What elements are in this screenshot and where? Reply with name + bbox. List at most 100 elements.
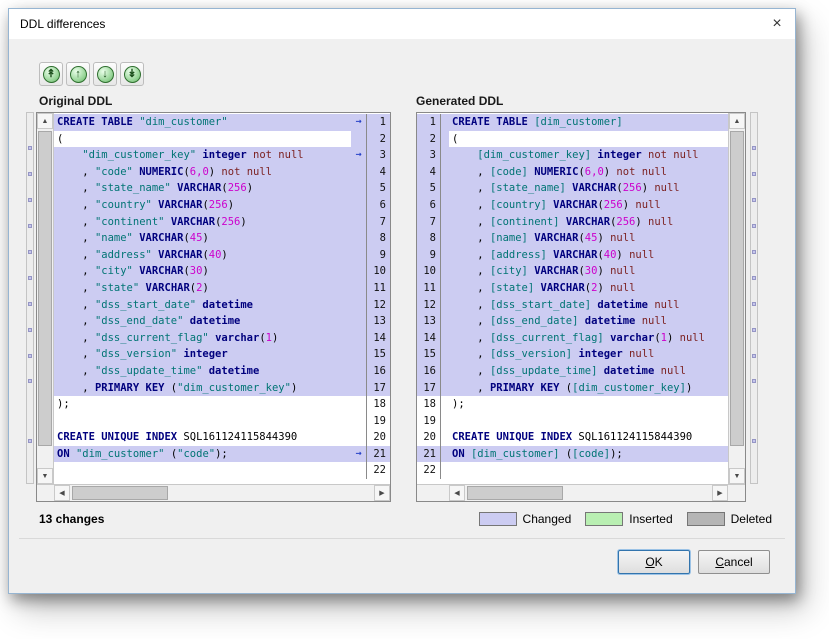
- diff-ruler-mark[interactable]: [28, 439, 32, 443]
- cancel-button[interactable]: Cancel: [698, 550, 770, 574]
- code-line[interactable]: , PRIMARY KEY ("dim_customer_key")17: [54, 380, 390, 397]
- diff-ruler-mark[interactable]: [28, 146, 32, 150]
- code-line[interactable]: , "name" VARCHAR(45)8: [54, 230, 390, 247]
- ok-button[interactable]: OK: [618, 550, 690, 574]
- diff-ruler-mark[interactable]: [752, 250, 756, 254]
- code-line[interactable]: , "address" VARCHAR(40)9: [54, 247, 390, 264]
- titlebar[interactable]: DDL differences ×: [9, 9, 795, 39]
- code-line[interactable]: 11 , [state] VARCHAR(2) null: [417, 280, 728, 297]
- generated-horizontal-scrollbar[interactable]: ◀ ▶: [449, 485, 728, 501]
- code-line[interactable]: , "dss_update_time" datetime16: [54, 363, 390, 380]
- diff-ruler-mark[interactable]: [28, 250, 32, 254]
- code-line[interactable]: 22: [417, 462, 728, 479]
- last-change-button[interactable]: ↡: [120, 62, 144, 86]
- previous-change-button[interactable]: ↑: [66, 62, 90, 86]
- code-line[interactable]: , "city" VARCHAR(30)10: [54, 263, 390, 280]
- code-line[interactable]: , "dss_current_flag" varchar(1)14: [54, 330, 390, 347]
- code-line[interactable]: 17 , PRIMARY KEY ([dim_customer_key]): [417, 380, 728, 397]
- diff-ruler-mark[interactable]: [28, 198, 32, 202]
- code-line[interactable]: CREATE TABLE "dim_customer"→1: [54, 114, 390, 131]
- first-change-button[interactable]: ↟: [39, 62, 63, 86]
- scrollbar-thumb[interactable]: [467, 486, 563, 500]
- diff-ruler-mark[interactable]: [752, 354, 756, 358]
- scrollbar-track[interactable]: [70, 485, 374, 501]
- scrollbar-track[interactable]: [465, 485, 712, 501]
- code-line[interactable]: 10 , [city] VARCHAR(30) null: [417, 263, 728, 280]
- scrollbar-thumb[interactable]: [72, 486, 168, 500]
- code-line[interactable]: 19: [54, 413, 390, 430]
- original-ddl-editor[interactable]: CREATE TABLE "dim_customer"→1(2 "dim_cus…: [54, 113, 390, 484]
- code-line[interactable]: , "dss_start_date" datetime12: [54, 297, 390, 314]
- generated-vertical-scrollbar[interactable]: ▲ ▼: [728, 113, 745, 484]
- original-vertical-scrollbar[interactable]: ▲ ▼: [37, 113, 54, 484]
- diff-ruler-mark[interactable]: [28, 276, 32, 280]
- scroll-up-button[interactable]: ▲: [37, 113, 53, 129]
- marker-gutter: [351, 363, 366, 380]
- diff-ruler-mark[interactable]: [28, 379, 32, 383]
- code-line[interactable]: (2: [54, 131, 390, 148]
- scroll-left-button[interactable]: ◀: [449, 485, 465, 501]
- scrollbar-thumb[interactable]: [38, 131, 52, 446]
- code-line[interactable]: 1CREATE TABLE [dim_customer]: [417, 114, 728, 131]
- code-line[interactable]: 3 [dim_customer_key] integer not null: [417, 147, 728, 164]
- code-line[interactable]: 5 , [state_name] VARCHAR(256) null: [417, 180, 728, 197]
- code-line[interactable]: );18: [54, 396, 390, 413]
- code-line[interactable]: , "state_name" VARCHAR(256)5: [54, 180, 390, 197]
- diff-ruler-mark[interactable]: [28, 328, 32, 332]
- scroll-left-button[interactable]: ◀: [54, 485, 70, 501]
- diff-ruler-mark[interactable]: [752, 198, 756, 202]
- diff-ruler-mark[interactable]: [752, 328, 756, 332]
- code-line[interactable]: 13 , [dss_end_date] datetime null: [417, 313, 728, 330]
- diff-ruler-mark[interactable]: [752, 302, 756, 306]
- diff-overview-ruler-left[interactable]: [26, 112, 34, 484]
- code-line[interactable]: , "continent" VARCHAR(256)7: [54, 214, 390, 231]
- diff-ruler-mark[interactable]: [752, 224, 756, 228]
- code-line[interactable]: , "dss_end_date" datetime13: [54, 313, 390, 330]
- code-line[interactable]: "dim_customer_key" integer not null→3: [54, 147, 390, 164]
- code-line[interactable]: , "dss_version" integer15: [54, 346, 390, 363]
- code-line[interactable]: 19: [417, 413, 728, 430]
- code-line[interactable]: 4 , [code] NUMERIC(6,0) not null: [417, 164, 728, 181]
- change-strip: [441, 164, 449, 181]
- code-line[interactable]: CREATE UNIQUE INDEX SQL16112411584439020: [54, 429, 390, 446]
- diff-overview-ruler-right[interactable]: [750, 112, 758, 484]
- diff-ruler-mark[interactable]: [28, 224, 32, 228]
- diff-ruler-mark[interactable]: [28, 172, 32, 176]
- scroll-down-button[interactable]: ▼: [37, 468, 53, 484]
- scrollbar-thumb[interactable]: [730, 131, 744, 446]
- scroll-down-button[interactable]: ▼: [729, 468, 745, 484]
- code-line[interactable]: 22: [54, 462, 390, 479]
- diff-ruler-mark[interactable]: [752, 439, 756, 443]
- diff-ruler-mark[interactable]: [752, 379, 756, 383]
- code-line[interactable]: ON "dim_customer" ("code");→21: [54, 446, 390, 463]
- code-line[interactable]: , "country" VARCHAR(256)6: [54, 197, 390, 214]
- code-line[interactable]: 7 , [continent] VARCHAR(256) null: [417, 214, 728, 231]
- code-line[interactable]: 8 , [name] VARCHAR(45) null: [417, 230, 728, 247]
- code-line[interactable]: 21ON [dim_customer] ([code]);: [417, 446, 728, 463]
- diff-ruler-mark[interactable]: [752, 172, 756, 176]
- code-line[interactable]: 15 , [dss_version] integer null: [417, 346, 728, 363]
- diff-ruler-mark[interactable]: [752, 276, 756, 280]
- scroll-right-button[interactable]: ▶: [374, 485, 390, 501]
- scrollbar-track[interactable]: [37, 129, 53, 468]
- diff-ruler-mark[interactable]: [28, 354, 32, 358]
- code-line[interactable]: , "state" VARCHAR(2)11: [54, 280, 390, 297]
- code-line[interactable]: 16 , [dss_update_time] datetime null: [417, 363, 728, 380]
- code-line[interactable]: 6 , [country] VARCHAR(256) null: [417, 197, 728, 214]
- generated-ddl-editor[interactable]: 1CREATE TABLE [dim_customer]2(3 [dim_cus…: [417, 113, 728, 484]
- code-line[interactable]: 12 , [dss_start_date] datetime null: [417, 297, 728, 314]
- scrollbar-track[interactable]: [729, 129, 745, 468]
- code-line[interactable]: , "code" NUMERIC(6,0) not null4: [54, 164, 390, 181]
- close-icon[interactable]: ×: [759, 9, 795, 39]
- next-change-button[interactable]: ↓: [93, 62, 117, 86]
- original-horizontal-scrollbar[interactable]: ◀ ▶: [54, 485, 390, 501]
- scroll-up-button[interactable]: ▲: [729, 113, 745, 129]
- code-line[interactable]: 20CREATE UNIQUE INDEX SQL161124115844390: [417, 429, 728, 446]
- code-line[interactable]: 2(: [417, 131, 728, 148]
- code-line[interactable]: 18);: [417, 396, 728, 413]
- code-line[interactable]: 9 , [address] VARCHAR(40) null: [417, 247, 728, 264]
- code-line[interactable]: 14 , [dss_current_flag] varchar(1) null: [417, 330, 728, 347]
- diff-ruler-mark[interactable]: [752, 146, 756, 150]
- diff-ruler-mark[interactable]: [28, 302, 32, 306]
- scroll-right-button[interactable]: ▶: [712, 485, 728, 501]
